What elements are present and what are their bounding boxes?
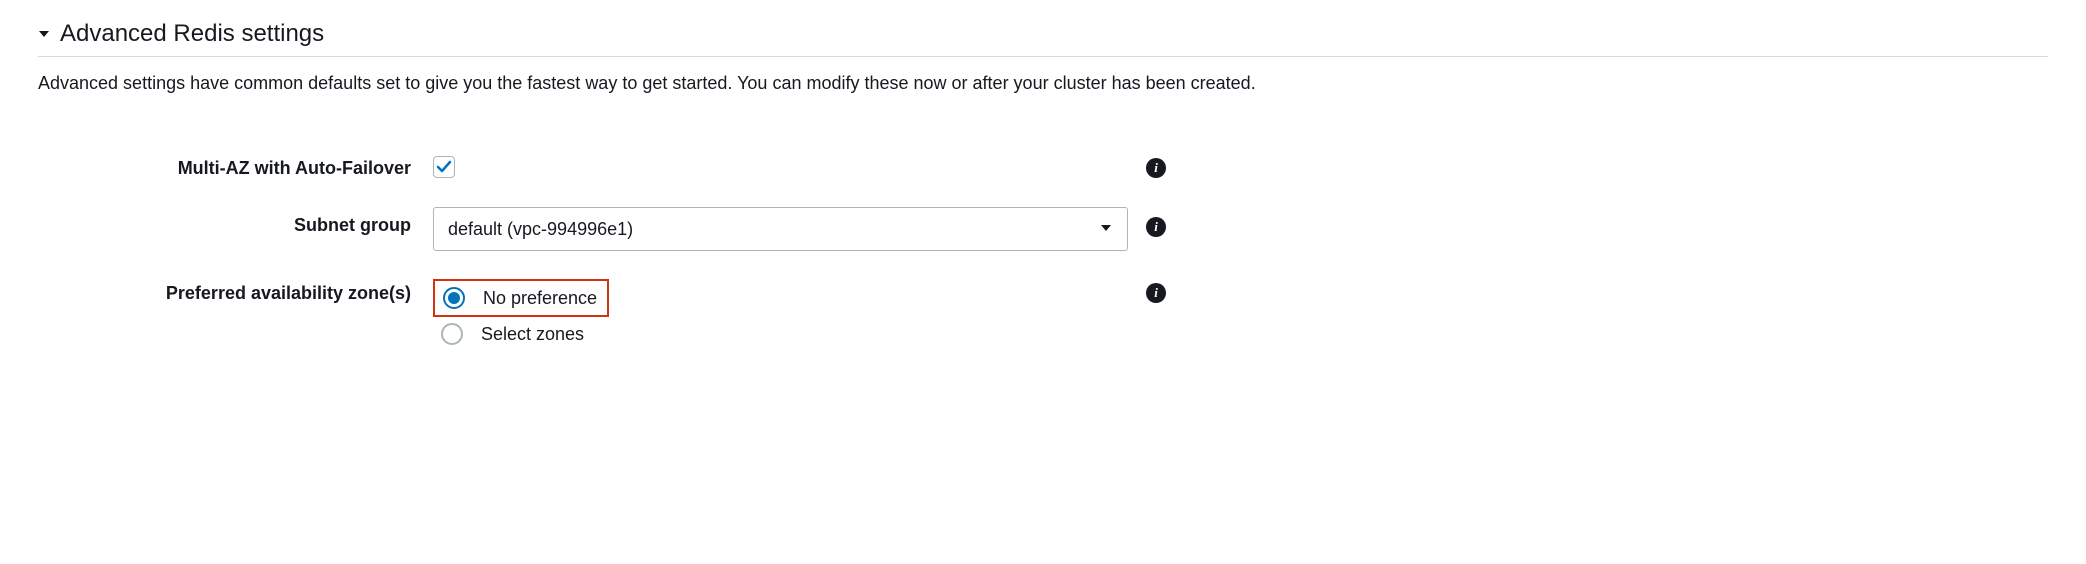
row-preferred-az: Preferred availability zone(s) No prefer… (38, 279, 2048, 351)
radio-option-select-zones[interactable]: Select zones (433, 317, 594, 351)
radio-option-no-preference[interactable]: No preference (433, 279, 609, 317)
label-subnet-group: Subnet group (38, 207, 433, 236)
radio-label: Select zones (481, 324, 584, 345)
chevron-down-icon (1099, 219, 1113, 240)
radio-label: No preference (483, 288, 597, 309)
control-multi-az (433, 156, 1128, 178)
preferred-az-radio-group: No preference Select zones (433, 279, 609, 351)
subnet-group-selected-value: default (vpc-994996e1) (448, 219, 633, 240)
multi-az-checkbox[interactable] (433, 156, 455, 178)
row-subnet-group: Subnet group default (vpc-994996e1) i (38, 207, 2048, 251)
info-icon[interactable]: i (1146, 158, 1166, 178)
info-icon[interactable]: i (1146, 283, 1166, 303)
caret-down-icon (38, 28, 50, 40)
section-header[interactable]: Advanced Redis settings (38, 20, 2048, 57)
control-preferred-az: No preference Select zones (433, 279, 1128, 351)
row-multi-az: Multi-AZ with Auto-Failover i (38, 156, 2048, 179)
info-icon[interactable]: i (1146, 217, 1166, 237)
radio-icon (441, 323, 463, 345)
control-subnet-group: default (vpc-994996e1) (433, 207, 1128, 251)
section-description: Advanced settings have common defaults s… (38, 71, 2048, 96)
radio-icon (443, 287, 465, 309)
checkmark-icon (436, 159, 452, 175)
label-preferred-az: Preferred availability zone(s) (38, 279, 433, 304)
subnet-group-select[interactable]: default (vpc-994996e1) (433, 207, 1128, 251)
section-title: Advanced Redis settings (60, 20, 324, 48)
label-multi-az: Multi-AZ with Auto-Failover (38, 156, 433, 179)
form-area: Multi-AZ with Auto-Failover i Subnet gro… (38, 156, 2048, 351)
